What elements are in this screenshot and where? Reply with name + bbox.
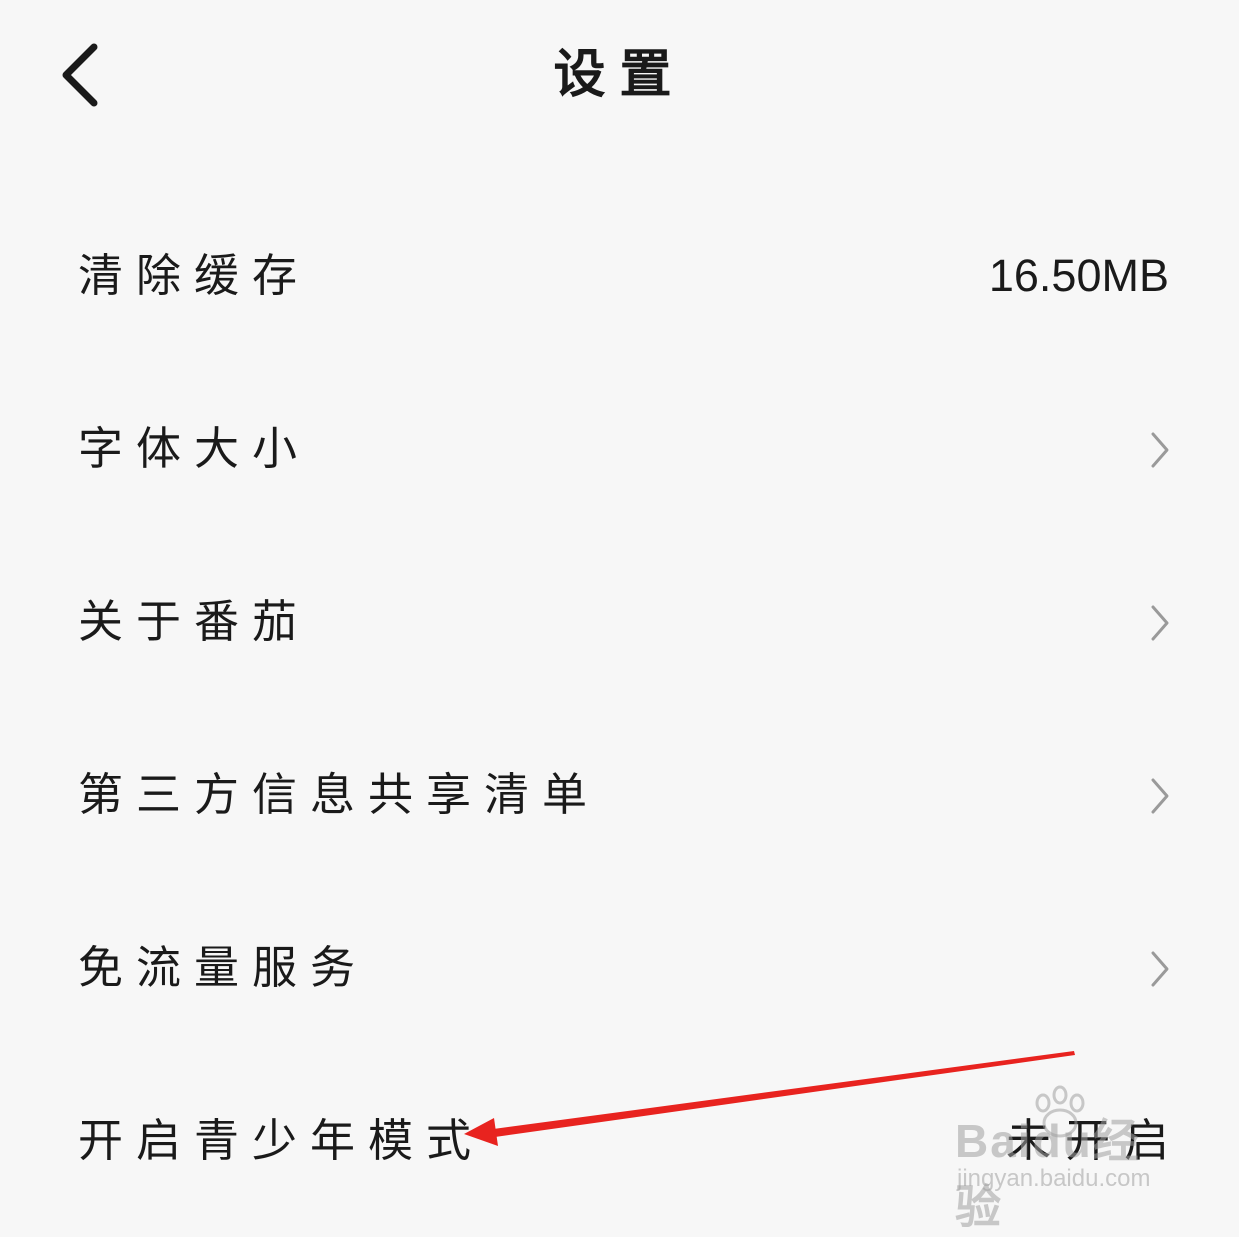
settings-row-label: 关于番茄 xyxy=(78,595,311,648)
chevron-right-icon xyxy=(1151,605,1169,641)
settings-row-teen-mode[interactable]: 开启青少年模式 未开启 xyxy=(0,1055,1239,1228)
chevron-right-icon xyxy=(1151,778,1169,814)
settings-row-label: 第三方信息共享清单 xyxy=(78,768,601,821)
settings-row-third-party-sharing[interactable]: 第三方信息共享清单 xyxy=(0,709,1239,882)
settings-list: 清除缓存 16.50MB 字体大小 关于番茄 第三方信息共享清单 免流量服务 开… xyxy=(0,190,1239,1228)
settings-row-label: 字体大小 xyxy=(78,422,311,475)
page-title: 设置 xyxy=(553,45,686,105)
chevron-right-icon xyxy=(1151,432,1169,468)
chevron-right-icon xyxy=(1151,951,1169,987)
settings-row-about[interactable]: 关于番茄 xyxy=(0,536,1239,709)
settings-row-font-size[interactable]: 字体大小 xyxy=(0,363,1239,536)
settings-row-label: 免流量服务 xyxy=(78,941,369,994)
cache-size-value: 16.50MB xyxy=(988,250,1169,301)
settings-row-free-data[interactable]: 免流量服务 xyxy=(0,882,1239,1055)
settings-row-label: 开启青少年模式 xyxy=(78,1114,485,1167)
teen-mode-status: 未开启 xyxy=(1005,1114,1183,1167)
settings-row-label: 清除缓存 xyxy=(78,249,311,302)
header: 设置 xyxy=(0,0,1239,150)
settings-row-clear-cache[interactable]: 清除缓存 16.50MB xyxy=(0,190,1239,363)
